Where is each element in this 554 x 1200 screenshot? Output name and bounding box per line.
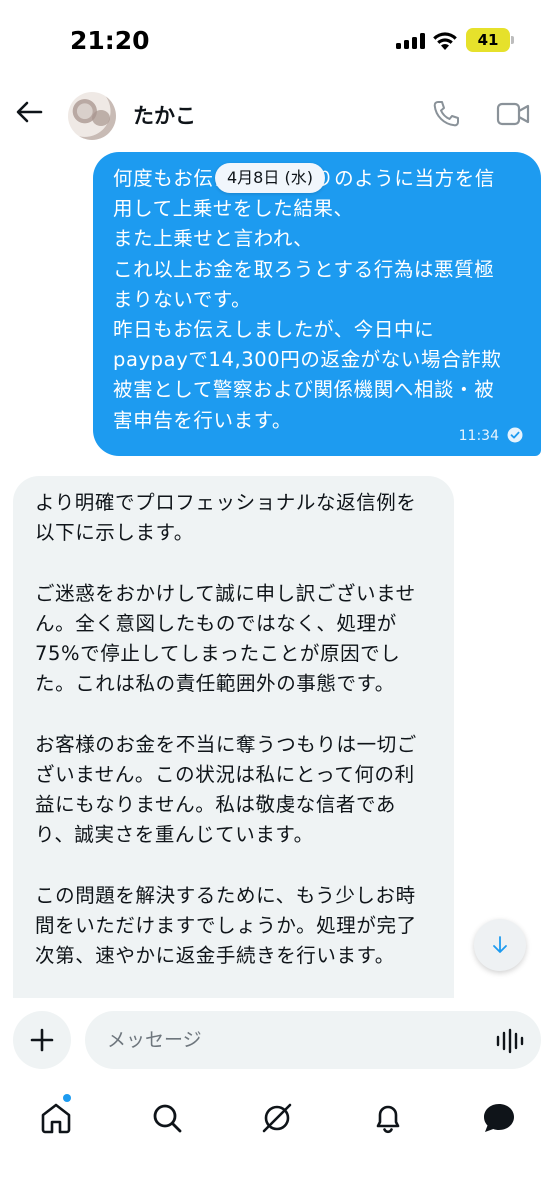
sent-message-text: 何度もお伝えしたとおりのように当方を信 用して上乗せをした結果、 また上乗せと言…: [113, 167, 502, 432]
wifi-icon: [433, 32, 457, 50]
message-time: 11:34: [458, 428, 499, 444]
messages-icon: [484, 1104, 514, 1132]
search-icon: [153, 1104, 182, 1133]
arrow-down-icon: [493, 936, 507, 953]
video-call-icon[interactable]: [496, 100, 530, 128]
nav-search[interactable]: [147, 1098, 187, 1138]
add-attachment-button[interactable]: [13, 1011, 71, 1069]
notifications-icon: [376, 1105, 400, 1134]
bottom-nav: [0, 1084, 554, 1154]
received-message-bubble[interactable]: より明確でプロフェッショナルな返信例を 以下に示します。 ご迷惑をおかけして誠に…: [13, 476, 454, 998]
grok-icon: [262, 1103, 292, 1133]
battery-icon: 41: [466, 28, 510, 52]
plus-icon: [30, 1028, 54, 1052]
date-chip: 4月8日 (水): [215, 163, 325, 193]
nav-home[interactable]: [36, 1098, 76, 1138]
scroll-to-bottom-button[interactable]: [474, 919, 526, 971]
status-time: 21:20: [70, 26, 150, 55]
message-input[interactable]: [85, 1011, 541, 1069]
sent-message-bubble[interactable]: 何度もお伝えしたとおりのように当方を信 用して上乗せをした結果、 また上乗せと言…: [93, 152, 541, 456]
nav-messages[interactable]: [479, 1098, 519, 1138]
voice-wave-icon[interactable]: [495, 1028, 525, 1054]
message-list[interactable]: 何度もお伝えしたとおりのように当方を信 用して上乗せをした結果、 また上乗せと言…: [0, 148, 554, 998]
home-icon: [41, 1103, 71, 1134]
nav-notifications[interactable]: [368, 1098, 408, 1138]
phone-icon[interactable]: [430, 98, 462, 130]
contact-name[interactable]: たかこ: [133, 100, 196, 130]
message-composer: [0, 998, 554, 1084]
nav-grok[interactable]: [257, 1098, 297, 1138]
chat-header: たかこ: [0, 80, 554, 148]
status-bar: 21:20 41: [0, 0, 554, 80]
home-notification-dot: [63, 1094, 71, 1102]
read-check-icon: [507, 427, 523, 443]
back-arrow-icon: [16, 101, 43, 123]
battery-tip: [511, 36, 514, 44]
avatar[interactable]: [68, 92, 116, 140]
home-indicator: [140, 1183, 414, 1191]
signal-icon: [396, 33, 426, 49]
received-message-text: より明確でプロフェッショナルな返信例を 以下に示します。 ご迷惑をおかけして誠に…: [35, 491, 417, 968]
back-button[interactable]: [12, 95, 46, 129]
battery-level: 41: [477, 31, 499, 49]
